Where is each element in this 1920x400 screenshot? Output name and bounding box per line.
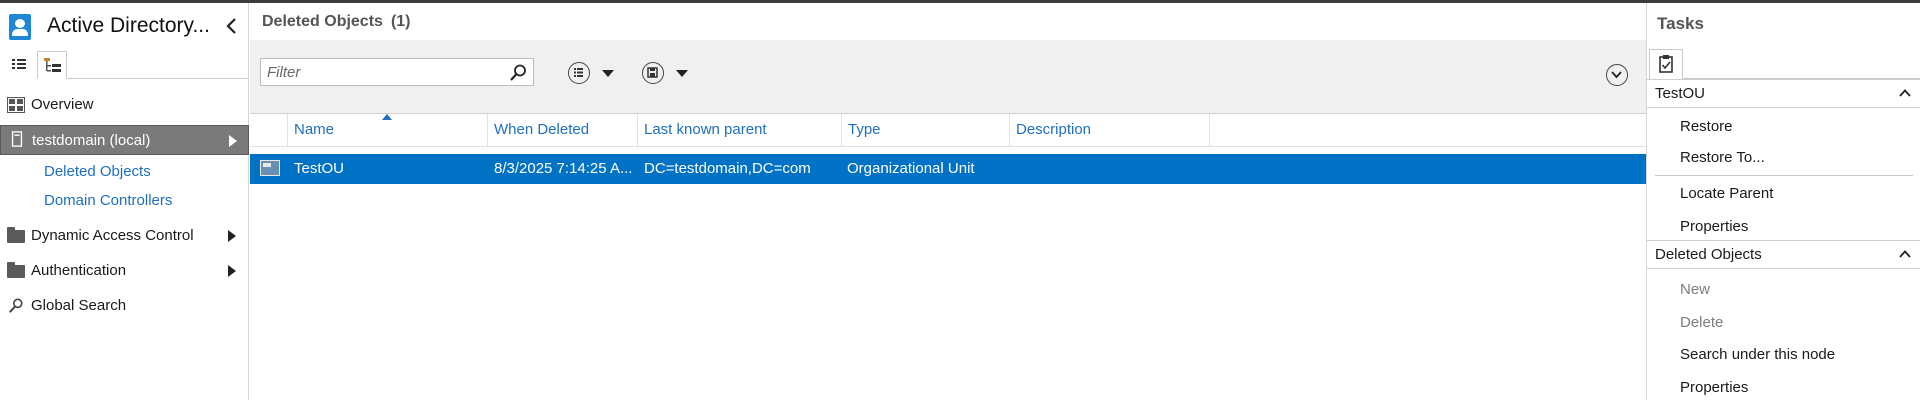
view-options-button[interactable] <box>568 60 616 86</box>
tab-divider <box>67 78 248 79</box>
cell-name: TestOU <box>294 160 345 177</box>
task-locate-parent[interactable]: Locate Parent <box>1680 185 1773 202</box>
chevron-down-icon <box>676 70 688 77</box>
nav-item-global-search[interactable]: Global Search <box>0 291 249 321</box>
cell-type: Organizational Unit <box>847 160 975 177</box>
list-view-tab[interactable] <box>5 51 35 79</box>
list-view-icon <box>12 59 26 69</box>
task-restore-to[interactable]: Restore To... <box>1680 149 1765 166</box>
nav-sub-domain-controllers[interactable]: Domain Controllers <box>44 192 172 209</box>
filter-input[interactable] <box>261 59 501 85</box>
search-icon[interactable] <box>509 64 527 82</box>
chevron-left-icon <box>226 18 236 34</box>
tasks-pane: Tasks TestOU Restore Restore To... Locat… <box>1646 3 1920 400</box>
list-options-icon <box>568 62 590 84</box>
task-search-under-node[interactable]: Search under this node <box>1680 346 1835 363</box>
task-divider <box>1655 175 1913 176</box>
column-name[interactable]: Name <box>288 114 488 147</box>
page-title-text: Deleted Objects <box>262 13 383 30</box>
column-description[interactable]: Description <box>1010 114 1210 147</box>
navigation-pane: Active Directory... Overview testdomain … <box>0 3 249 400</box>
nav-item-overview[interactable]: Overview <box>0 90 249 120</box>
tasks-tab[interactable] <box>1649 49 1683 79</box>
section-title: Deleted Objects <box>1655 246 1762 263</box>
column-last-known-parent[interactable]: Last known parent <box>638 114 842 147</box>
page-title: Deleted Objects (1) <box>262 13 411 31</box>
expand-arrow-icon[interactable] <box>228 230 236 242</box>
chevron-up-icon[interactable] <box>1899 250 1911 258</box>
domain-icon <box>11 131 23 147</box>
cell-last-known-parent: DC=testdomain,DC=com <box>644 160 811 177</box>
nav-item-label: Dynamic Access Control <box>31 227 194 244</box>
nav-item-label: Global Search <box>31 297 127 314</box>
task-properties[interactable]: Properties <box>1680 218 1748 235</box>
chevron-up-icon[interactable] <box>1899 89 1911 97</box>
toolbar <box>250 40 1646 114</box>
nav-view-tabs <box>0 49 249 79</box>
task-new[interactable]: New <box>1680 281 1710 298</box>
expand-arrow-icon[interactable] <box>229 135 237 147</box>
task-restore[interactable]: Restore <box>1680 118 1733 135</box>
search-icon <box>9 298 23 313</box>
folder-icon <box>7 262 25 278</box>
nav-item-testdomain[interactable]: testdomain (local) <box>0 125 249 155</box>
save-icon <box>642 62 664 84</box>
nav-item-dynamic-access-control[interactable]: Dynamic Access Control <box>0 221 249 251</box>
content-pane: Deleted Objects (1) Filter Name When Del… <box>250 3 1646 400</box>
nav-item-label: Overview <box>31 96 94 113</box>
table-row[interactable]: TestOU 8/3/2025 7:14:25 A... DC=testdoma… <box>250 154 1646 184</box>
task-section-testou[interactable]: TestOU <box>1647 79 1920 108</box>
task-delete[interactable]: Delete <box>1680 314 1723 331</box>
nav-item-label: Authentication <box>31 262 127 279</box>
task-section-deleted-objects[interactable]: Deleted Objects <box>1647 240 1920 269</box>
object-count: (1) <box>390 13 411 30</box>
save-query-button[interactable] <box>642 60 690 86</box>
app-title: Active Directory... <box>47 14 210 37</box>
folder-icon <box>7 227 25 243</box>
active-directory-icon <box>9 14 31 40</box>
tasks-title: Tasks <box>1657 14 1704 33</box>
column-icon[interactable] <box>250 114 288 147</box>
expand-arrow-icon[interactable] <box>228 265 236 277</box>
cell-when-deleted: 8/3/2025 7:14:25 A... <box>494 160 633 177</box>
chevron-down-icon <box>602 70 614 77</box>
nav-item-authentication[interactable]: Authentication <box>0 256 249 286</box>
expand-toolbar-button[interactable] <box>1606 64 1628 86</box>
nav-item-label: testdomain (local) <box>32 132 151 149</box>
overview-icon <box>7 97 25 113</box>
section-title: TestOU <box>1655 85 1706 102</box>
chevron-down-icon <box>1611 71 1622 79</box>
nav-sub-deleted-objects[interactable]: Deleted Objects <box>44 163 151 180</box>
organizational-unit-icon <box>260 160 280 176</box>
tree-view-tab[interactable] <box>37 51 67 79</box>
table-header: Name When Deleted Last known parent Type… <box>250 114 1646 147</box>
nav-header: Active Directory... <box>0 3 249 49</box>
collapse-nav-button[interactable] <box>224 16 240 36</box>
column-type[interactable]: Type <box>842 114 1010 147</box>
task-properties-deleted[interactable]: Properties <box>1680 379 1748 396</box>
filter-box <box>260 58 534 86</box>
tree-view-icon <box>44 58 61 72</box>
clipboard-icon <box>1659 55 1673 73</box>
column-when-deleted[interactable]: When Deleted <box>488 114 638 147</box>
